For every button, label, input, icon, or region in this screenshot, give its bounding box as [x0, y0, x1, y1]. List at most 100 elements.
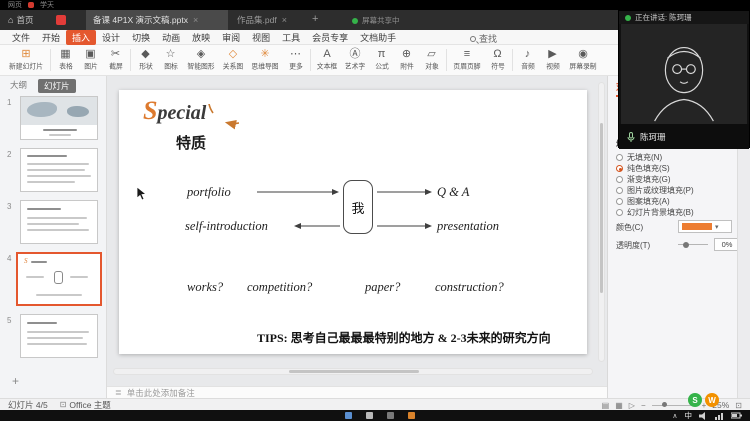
- menu-animation[interactable]: 动画: [156, 30, 186, 45]
- color-dropdown[interactable]: ▾: [678, 220, 732, 233]
- menu-insert[interactable]: 插入: [66, 29, 97, 45]
- slide-thumbnail-5[interactable]: 5: [0, 314, 107, 362]
- menu-view[interactable]: 视图: [246, 30, 276, 45]
- tab-slides[interactable]: 幻灯片: [38, 79, 76, 93]
- slide-thumbnail-1[interactable]: 1: [0, 96, 107, 144]
- color-row: 颜色(C) ▾: [616, 220, 736, 236]
- taskbar-app-icon[interactable]: [387, 412, 394, 419]
- radio-icon[interactable]: [616, 198, 623, 205]
- find-command[interactable]: 查找: [470, 32, 497, 45]
- fill-option-pattern[interactable]: 图案填充(A): [616, 196, 670, 207]
- notes-bar[interactable]: ≣ 单击此处添加备注: [107, 386, 607, 398]
- ribbon-shapes-button[interactable]: ◆ 形状: [133, 45, 158, 75]
- thumb-center-box: [54, 271, 63, 284]
- sogou-input-ball[interactable]: S: [688, 393, 702, 407]
- participant-name: 陈珂珊: [640, 131, 666, 142]
- close-tab-icon[interactable]: ×: [193, 15, 198, 25]
- fit-slide-icon[interactable]: ⊡: [735, 401, 742, 410]
- ribbon-mindmap-button[interactable]: ✳ 思维导图: [247, 45, 283, 75]
- slide-sorter-icon[interactable]: ▦: [615, 401, 623, 410]
- screen-share-indicator: 屏幕共享中: [352, 15, 400, 26]
- ribbon-screenshot-button[interactable]: ✂ 截屏: [103, 45, 128, 75]
- menu-file[interactable]: 文件: [6, 30, 36, 45]
- tray-expand-icon[interactable]: ∧: [672, 412, 677, 420]
- vertical-scrollbar[interactable]: [598, 82, 605, 362]
- ribbon-header-footer-button[interactable]: ≡ 页眉页脚: [449, 45, 485, 75]
- ribbon-symbol-button[interactable]: Ω 符号: [485, 45, 510, 75]
- ribbon-table-button[interactable]: ▦ 表格: [53, 45, 78, 75]
- menu-tools[interactable]: 工具: [276, 30, 306, 45]
- docer-icon[interactable]: [56, 15, 66, 25]
- slide-thumbnail-2[interactable]: 2: [0, 148, 107, 196]
- ribbon-more-button[interactable]: ⋯ 更多: [283, 45, 308, 75]
- network-icon[interactable]: [715, 412, 724, 420]
- taskbar-app-icon[interactable]: [366, 412, 373, 419]
- taskbar-app-icon[interactable]: [345, 412, 352, 419]
- fill-option-gradient[interactable]: 渐变填充(G): [616, 174, 671, 185]
- participant-sketch: [654, 46, 714, 122]
- battery-icon[interactable]: [731, 412, 742, 419]
- document-tab-active[interactable]: 备课 4P1X 演示文稿.pptx ×: [86, 10, 228, 30]
- slide-thumbnail-3[interactable]: 3: [0, 200, 107, 248]
- scissors-icon: ✂: [110, 47, 121, 60]
- fill-option-none[interactable]: 无填充(N): [616, 152, 662, 163]
- radio-icon[interactable]: [616, 209, 623, 216]
- audio-icon: ♪: [524, 47, 531, 60]
- ribbon-formula-button[interactable]: π 公式: [369, 45, 394, 75]
- ribbon-screen-record-button[interactable]: ◉ 屏幕录制: [565, 45, 601, 75]
- ribbon-wordart-button[interactable]: Ⓐ 艺术字: [341, 45, 369, 75]
- radio-icon[interactable]: [616, 154, 623, 161]
- ribbon-relation-chart-button[interactable]: ◇ 关系图: [219, 45, 247, 75]
- fill-option-picture[interactable]: 图片或纹理填充(P): [616, 185, 694, 196]
- normal-view-icon[interactable]: ▤: [602, 401, 610, 410]
- menu-transitions[interactable]: 切换: [126, 30, 156, 45]
- meeting-video-feed[interactable]: [621, 24, 747, 124]
- bottom-label-construction: construction?: [435, 280, 504, 294]
- ribbon-icons-button[interactable]: ☆ 图标: [158, 45, 183, 75]
- menu-home[interactable]: 开始: [36, 30, 66, 45]
- slide-thumbnail-4-selected[interactable]: 4 S: [0, 252, 107, 310]
- radio-icon[interactable]: [616, 187, 623, 194]
- fill-option-background[interactable]: 幻灯片背景填充(B): [616, 207, 694, 218]
- zoom-slider-thumb[interactable]: [661, 402, 667, 407]
- wps-float-ball[interactable]: W: [705, 393, 719, 407]
- tab-outline[interactable]: 大纲: [10, 79, 27, 91]
- new-slide-button[interactable]: +: [12, 374, 19, 388]
- ribbon-object-button[interactable]: ▱ 对象: [419, 45, 444, 75]
- input-method-indicator[interactable]: 中: [685, 410, 693, 421]
- close-tab-icon[interactable]: ×: [282, 15, 287, 25]
- ribbon-attachment-button[interactable]: ⊕ 附件: [394, 45, 419, 75]
- slide-number: 3: [7, 202, 12, 211]
- menu-membership[interactable]: 会员专享: [306, 30, 354, 45]
- slideshow-icon[interactable]: ▷: [629, 401, 635, 410]
- ribbon-image-button[interactable]: ▣ 图片: [78, 45, 103, 75]
- radio-icon-selected[interactable]: [616, 165, 623, 172]
- ribbon-separator: [310, 49, 311, 71]
- thumb-text-line: [27, 343, 87, 345]
- scrollbar-thumb[interactable]: [289, 370, 419, 373]
- menu-assistant[interactable]: 文档助手: [354, 30, 402, 45]
- taskbar-app-icon[interactable]: [408, 412, 415, 419]
- meeting-overlay[interactable]: 正在讲话: 陈珂珊 陈珂珊: [618, 10, 750, 149]
- menu-review[interactable]: 审阅: [216, 30, 246, 45]
- menu-design[interactable]: 设计: [96, 30, 126, 45]
- document-tab-pdf[interactable]: 作品集.pdf ×: [230, 10, 306, 30]
- ribbon-new-slide-button[interactable]: ⊞ 新建幻灯片: [4, 45, 48, 75]
- transparency-slider[interactable]: [678, 241, 708, 248]
- ribbon-video-button[interactable]: ▶ 视频: [540, 45, 565, 75]
- menu-slideshow[interactable]: 放映: [186, 30, 216, 45]
- new-tab-button[interactable]: +: [312, 13, 318, 25]
- slider-thumb[interactable]: [683, 241, 689, 248]
- home-tab[interactable]: ⌂ 首页: [8, 14, 33, 26]
- ribbon-audio-button[interactable]: ♪ 音频: [515, 45, 540, 75]
- thumb-text-line: [49, 134, 71, 136]
- ribbon-textbox-button[interactable]: A 文本框: [313, 45, 341, 75]
- volume-icon[interactable]: [699, 411, 708, 420]
- fill-option-solid[interactable]: 纯色填充(S): [616, 163, 670, 174]
- zoom-out-icon[interactable]: −: [641, 401, 646, 410]
- horizontal-scrollbar[interactable]: [113, 368, 593, 375]
- radio-icon[interactable]: [616, 176, 623, 183]
- scrollbar-thumb[interactable]: [600, 123, 603, 293]
- slide-4[interactable]: Special 特质 portfolio self-introduction 我…: [119, 90, 587, 354]
- ribbon-smartart-button[interactable]: ◈ 智能图形: [183, 45, 219, 75]
